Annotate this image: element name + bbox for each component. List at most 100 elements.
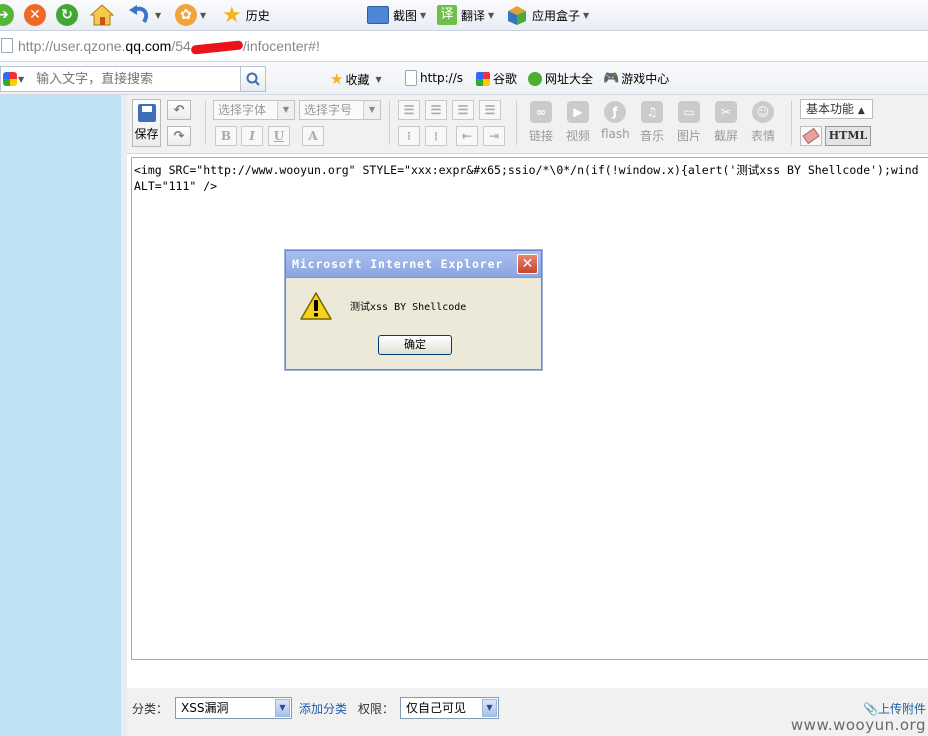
chevron-down-icon[interactable]: ▼ xyxy=(375,75,381,84)
editor-toolbar: 保存 ↶ ↷ 选择字体 ▼ 选择字号 ▼ B I U A ☰ ☰ ☰ ☰ ⁝ ⁞ ⇤… xyxy=(127,95,928,154)
appbox-icon xyxy=(508,6,526,25)
chevron-down-icon[interactable]: ▼ xyxy=(200,11,206,20)
align-right-button[interactable]: ☰ xyxy=(452,100,474,120)
translate-button[interactable]: 译 翻译 ▼ xyxy=(437,0,494,30)
warning-icon xyxy=(300,292,332,320)
star-icon: ★ xyxy=(222,2,242,28)
favorite-item-1[interactable]: 谷歌 xyxy=(476,70,517,87)
dialog-message: 测试xss BY Shellcode xyxy=(350,302,467,313)
upload-attachment-link[interactable]: 📎上传附件 xyxy=(863,700,926,717)
ie-icon xyxy=(528,71,542,86)
dialog-close-button[interactable]: ✕ xyxy=(517,254,538,274)
divider xyxy=(205,101,206,145)
align-left-button[interactable]: ☰ xyxy=(398,100,420,120)
favorite-item-3[interactable]: 🎮 游戏中心 xyxy=(603,70,669,87)
chevron-up-icon: ▲ xyxy=(857,106,865,116)
favorite-label: 游戏中心 xyxy=(621,72,670,86)
refresh-button[interactable]: ↻ xyxy=(56,0,78,30)
undo-close-button[interactable]: ▼ xyxy=(128,0,161,30)
gamepad-icon: 🎮 xyxy=(603,71,620,86)
category-label: 分类： xyxy=(132,702,169,716)
editor-textarea[interactable]: <img SRC="http://www.wooyun.org" STYLE="… xyxy=(131,157,928,660)
link-button[interactable]: ∞ 链接 xyxy=(527,101,555,144)
paperclip-icon: 📎 xyxy=(863,702,878,716)
size-select[interactable]: 选择字号 ▼ xyxy=(299,100,381,120)
bullet-list-button[interactable]: ⁞ xyxy=(425,126,447,146)
align-center-button[interactable]: ☰ xyxy=(425,100,447,120)
align-right-icon: ☰ xyxy=(457,103,469,117)
stop-button[interactable]: ✕ xyxy=(24,0,46,30)
url-text[interactable]: http://user.qzone.qq.com/54/infocenter#! xyxy=(18,38,320,55)
music-button[interactable]: ♫ 音乐 xyxy=(638,101,666,144)
favorite-label: 谷歌 xyxy=(493,72,518,86)
ok-button[interactable]: 确定 xyxy=(378,335,452,355)
translate-icon: 译 xyxy=(437,5,457,25)
emoticon-button[interactable]: ☺ 表情 xyxy=(749,101,777,144)
favorite-label: http://s xyxy=(420,71,464,85)
redo-button[interactable]: ↷ xyxy=(167,126,191,146)
save-label: 保存 xyxy=(134,127,159,141)
clear-format-button[interactable] xyxy=(800,126,822,146)
appbox-button[interactable]: 应用盒子 ▼ xyxy=(506,0,589,30)
dialog-titlebar[interactable]: Microsoft Internet Explorer ✕ xyxy=(286,251,541,278)
screenshot-button[interactable]: 截图 ▼ xyxy=(367,0,426,30)
browser-toolbar: ➔ ✕ ↻ ▼ ✿ ▼ ★ 历史 截图 ▼ 译 翻译 ▼ 应用盒子 ▼ xyxy=(0,0,928,31)
indent-button[interactable]: ⇥ xyxy=(483,126,505,146)
favorite-item-0[interactable]: http://s xyxy=(405,70,463,86)
favorite-item-2[interactable]: 网址大全 xyxy=(528,70,593,87)
ordered-list-button[interactable]: ⁝ xyxy=(398,126,420,146)
divider xyxy=(516,101,517,145)
bold-button[interactable]: B xyxy=(215,126,237,146)
search-button[interactable] xyxy=(240,66,266,92)
permission-select[interactable]: 仅自己可见 ▼ xyxy=(400,697,499,719)
undo-button[interactable]: ↶ xyxy=(167,100,191,120)
collect-label: 收藏 xyxy=(345,72,370,87)
justify-button[interactable]: ☰ xyxy=(479,100,501,120)
chevron-down-icon[interactable]: ▼ xyxy=(155,11,161,20)
italic-button[interactable]: I xyxy=(241,126,263,146)
html-source[interactable]: <img SRC="http://www.wooyun.org" STYLE="… xyxy=(134,162,928,194)
screenshot-icon xyxy=(367,6,389,24)
home-button[interactable] xyxy=(89,0,115,30)
appbox-label: 应用盒子 xyxy=(532,8,581,23)
category-select[interactable]: XSS漏洞 ▼ xyxy=(175,697,292,719)
search-input[interactable] xyxy=(34,70,239,88)
chevron-down-icon: ▼ xyxy=(275,699,290,717)
font-select[interactable]: 选择字体 ▼ xyxy=(213,100,295,120)
save-button[interactable]: 保存 xyxy=(132,99,161,147)
paw-button[interactable]: ✿ ▼ xyxy=(175,0,206,30)
video-button[interactable]: ▶ 视频 xyxy=(564,101,592,144)
chevron-down-icon: ▼ xyxy=(363,101,380,119)
back-arrow-icon: ➔ xyxy=(0,4,14,26)
outdent-button[interactable]: ⇤ xyxy=(456,126,478,146)
search-icon xyxy=(246,72,260,86)
align-center-icon: ☰ xyxy=(430,103,442,117)
history-button[interactable]: ★ 历史 xyxy=(222,0,270,30)
search-box[interactable]: ▼ xyxy=(0,66,242,92)
chevron-down-icon[interactable]: ▼ xyxy=(420,11,426,20)
stop-icon: ✕ xyxy=(24,4,46,26)
underline-button[interactable]: U xyxy=(268,126,290,146)
chevron-down-icon[interactable]: ▼ xyxy=(583,11,589,20)
sidebar-gutter xyxy=(121,95,127,736)
redo-icon: ↷ xyxy=(173,128,185,144)
dialog-title: Microsoft Internet Explorer xyxy=(292,257,504,271)
disk-icon xyxy=(137,104,156,122)
chevron-down-icon[interactable]: ▼ xyxy=(18,75,24,84)
address-bar[interactable]: http://user.qzone.qq.com/54/infocenter#! xyxy=(0,31,928,62)
left-sidebar xyxy=(0,95,121,736)
undo-icon xyxy=(129,5,149,24)
basic-features-toggle[interactable]: 基本功能 ▲ xyxy=(800,99,873,119)
favorites-bar: ▼ ★ 收藏 ▼ http://s 谷歌 网址大全 🎮 游戏中心 xyxy=(0,62,928,95)
chevron-down-icon[interactable]: ▼ xyxy=(488,11,494,20)
font-color-button[interactable]: A xyxy=(302,126,324,146)
screenshot-tool-button[interactable]: ✂ 截屏 xyxy=(712,101,740,144)
collect-button[interactable]: ★ 收藏 ▼ xyxy=(330,70,382,88)
history-label: 历史 xyxy=(245,8,270,23)
back-button[interactable]: ➔ xyxy=(0,0,14,30)
html-mode-button[interactable]: HTML xyxy=(825,126,871,146)
image-button[interactable]: ▭ 图片 xyxy=(675,101,703,144)
eraser-icon xyxy=(802,127,820,145)
flash-button[interactable]: ƒ flash xyxy=(601,101,630,141)
add-category-link[interactable]: 添加分类 xyxy=(299,700,347,717)
